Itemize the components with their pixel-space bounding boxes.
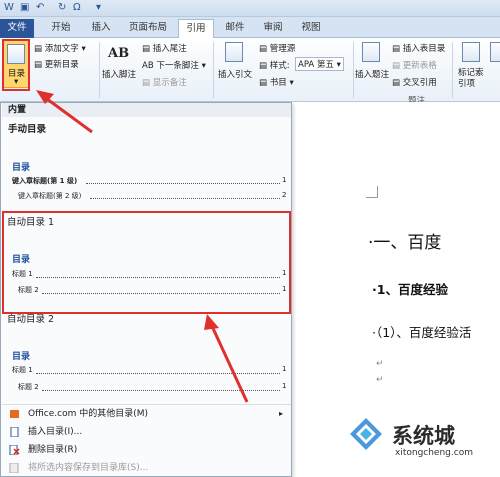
arrow-to-toc-button (42, 94, 93, 134)
arrow-head (204, 314, 219, 330)
arrow-to-auto-toc (209, 323, 249, 403)
highlight-toc-button (2, 39, 30, 91)
annotation-arrows (2, 39, 249, 403)
